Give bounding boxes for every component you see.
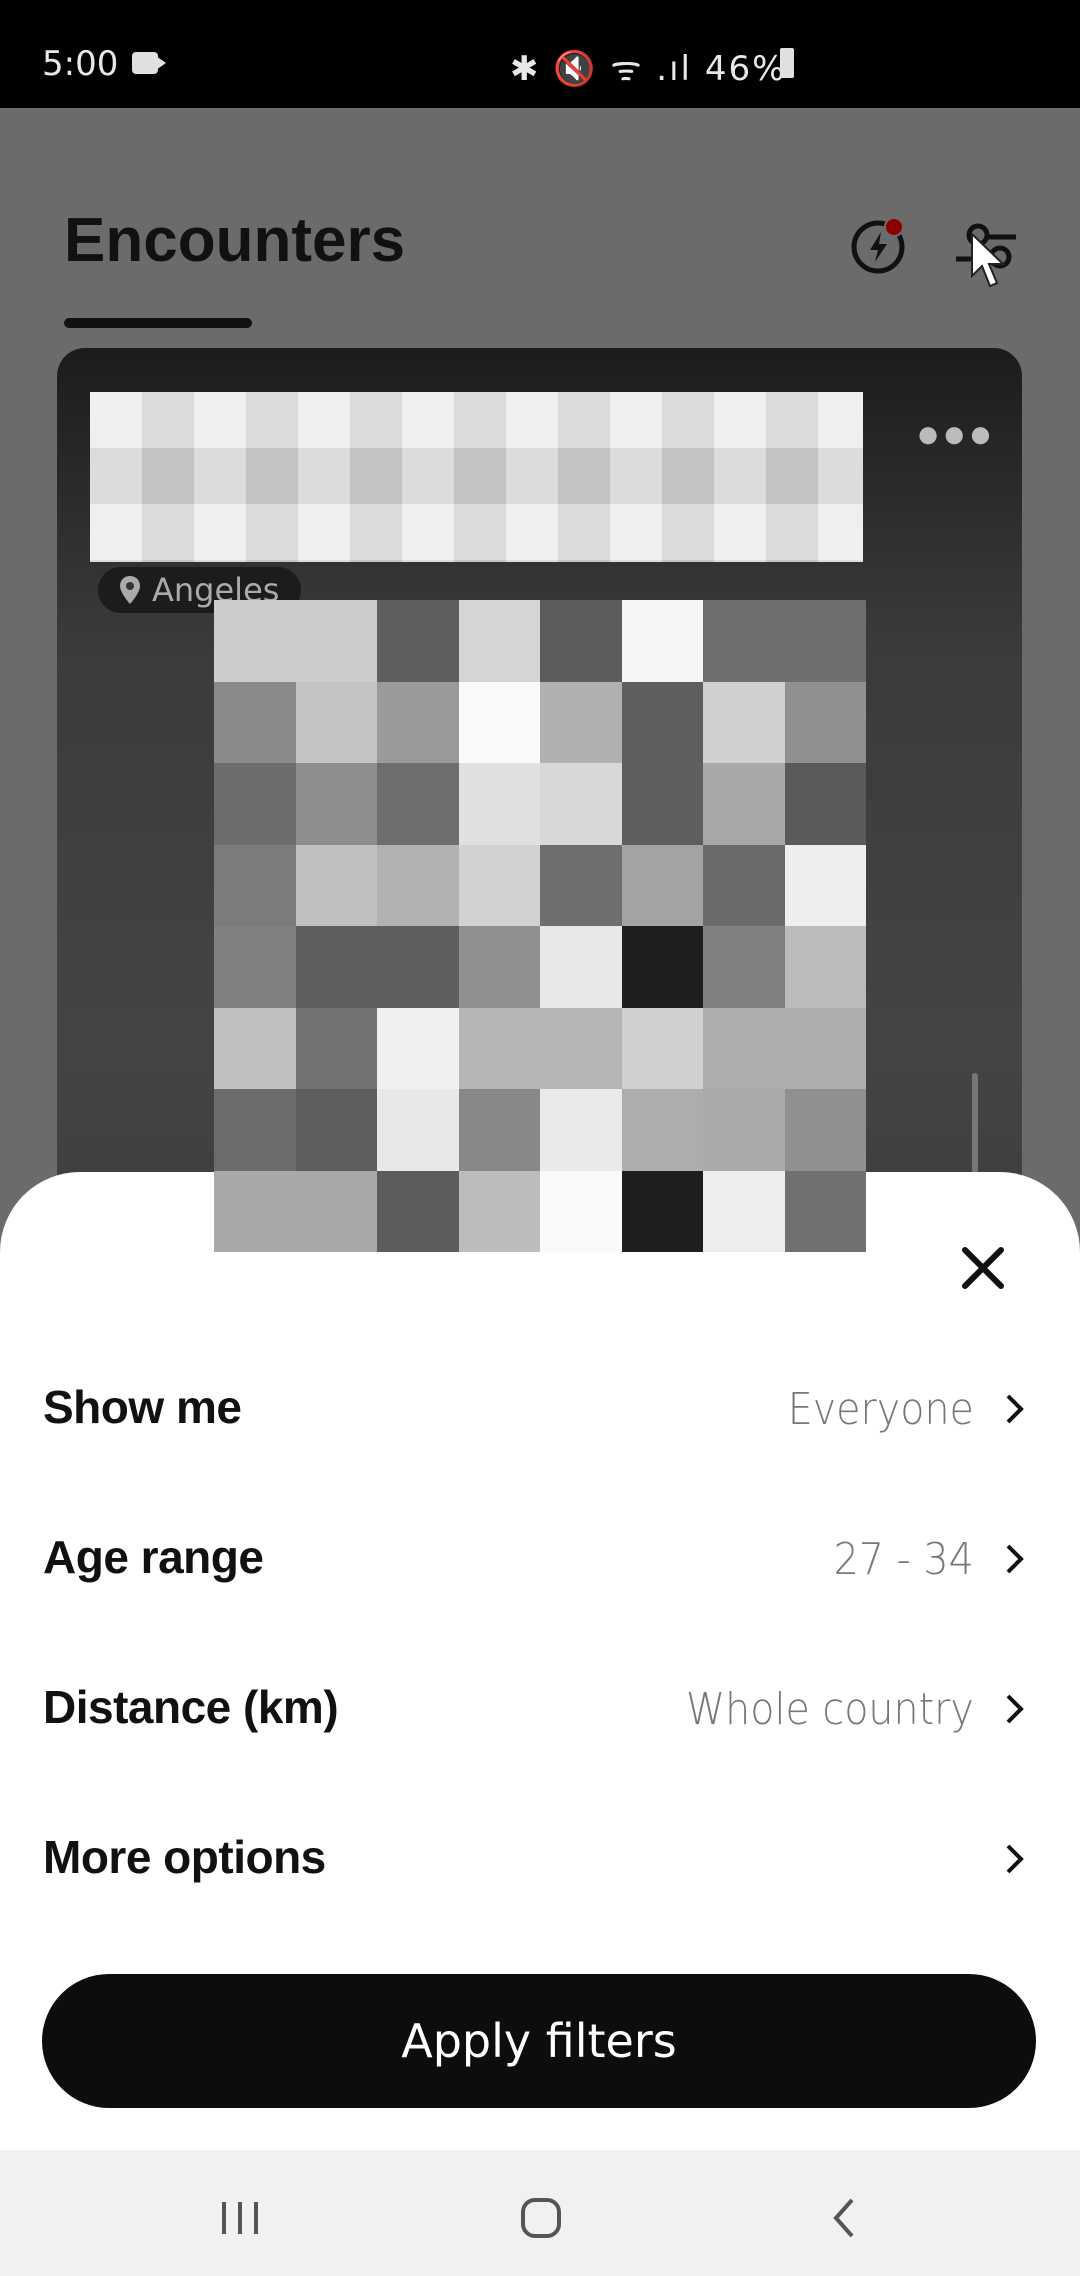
mosaic-tile (214, 1089, 296, 1171)
mosaic-tile (540, 844, 622, 926)
mosaic-tile (621, 926, 703, 1008)
mosaic-tile (621, 1089, 703, 1171)
mosaic-tile (784, 681, 866, 763)
mosaic-tile (703, 681, 785, 763)
mosaic-tile (377, 1007, 459, 1089)
mosaic-tile (784, 600, 866, 682)
status-time: 5:00 (42, 44, 119, 84)
mosaic-tile (214, 926, 296, 1008)
mosaic-tile (540, 1089, 622, 1171)
filter-row-age-range[interactable]: Age range 27 - 34 (0, 1506, 1080, 1606)
chevron-right-icon (1006, 1394, 1024, 1424)
photo-scroll-indicator (972, 1073, 978, 1173)
mosaic-tile (295, 600, 377, 682)
apply-filters-button[interactable]: Apply filters (42, 1974, 1036, 2108)
mosaic-tile (621, 763, 703, 845)
mosaic-tile (621, 1007, 703, 1089)
mosaic-tile (214, 1007, 296, 1089)
mosaic-tile (458, 681, 540, 763)
mosaic-tile (703, 600, 785, 682)
system-nav-bar (0, 2150, 1080, 2276)
notification-dot (884, 217, 904, 237)
back-icon[interactable] (828, 2196, 858, 2240)
mosaic-tile (703, 1170, 785, 1252)
mosaic-tile (784, 1007, 866, 1089)
location-pin-icon (120, 576, 140, 604)
filter-row-more-options[interactable]: More options (0, 1806, 1080, 1906)
tab-indicator (64, 318, 252, 328)
filter-row-show-me[interactable]: Show me Everyone (0, 1356, 1080, 1456)
mosaic-tile (458, 1170, 540, 1252)
chevron-right-icon (1006, 1694, 1024, 1724)
recents-icon[interactable] (218, 2198, 262, 2238)
mosaic-tile (377, 600, 459, 682)
mosaic-tile (295, 681, 377, 763)
mosaic-tile (295, 763, 377, 845)
close-icon[interactable] (955, 1240, 1011, 1296)
more-dots-icon[interactable]: ●●● (916, 412, 994, 457)
mosaic-tile (377, 763, 459, 845)
chevron-right-icon (1006, 1544, 1024, 1574)
mosaic-tile (295, 844, 377, 926)
battery-percent: 46% (704, 49, 787, 89)
mosaic-tile (621, 681, 703, 763)
mosaic-tile (377, 1089, 459, 1171)
mosaic-tile (214, 1170, 296, 1252)
mosaic-tile (784, 763, 866, 845)
mosaic-tile (458, 844, 540, 926)
mosaic-tile (621, 600, 703, 682)
page-title: Encounters (64, 206, 406, 275)
mosaic-tile (214, 600, 296, 682)
mosaic-tile (295, 926, 377, 1008)
mosaic-tile (540, 926, 622, 1008)
mosaic-tile (458, 1007, 540, 1089)
mosaic-tile (214, 763, 296, 845)
mosaic-tile (377, 681, 459, 763)
mosaic-tile (703, 763, 785, 845)
filter-row-distance[interactable]: Distance (km) Whole country (0, 1656, 1080, 1756)
mouse-cursor-icon (971, 232, 1006, 288)
redacted-photo (214, 600, 866, 1252)
mosaic-tile (458, 1089, 540, 1171)
mosaic-tile (377, 926, 459, 1008)
mosaic-tile (214, 681, 296, 763)
mosaic-tile (540, 1007, 622, 1089)
mosaic-tile (540, 681, 622, 763)
mosaic-tile (540, 600, 622, 682)
mosaic-tile (784, 844, 866, 926)
lightning-circle-icon[interactable] (850, 215, 910, 275)
mosaic-tile (703, 1089, 785, 1171)
mosaic-tile (703, 844, 785, 926)
mosaic-tile (377, 1170, 459, 1252)
mosaic-tile (540, 763, 622, 845)
mosaic-tile (214, 844, 296, 926)
mosaic-tile (295, 1170, 377, 1252)
mosaic-tile (458, 600, 540, 682)
chevron-right-icon (1006, 1844, 1024, 1874)
mosaic-tile (621, 844, 703, 926)
mosaic-tile (458, 763, 540, 845)
screen-record-icon (132, 52, 158, 74)
status-bar: 5:00 ✱ 🔇 ᯤ .ıl 46% (0, 0, 1080, 108)
mosaic-tile (621, 1170, 703, 1252)
status-icons: ✱ 🔇 ᯤ .ıl 46% (510, 49, 787, 89)
battery-icon (780, 48, 794, 78)
mosaic-tile (703, 1007, 785, 1089)
mosaic-tile (540, 1170, 622, 1252)
mosaic-tile (784, 1170, 866, 1252)
mosaic-tile (784, 926, 866, 1008)
home-icon[interactable] (519, 2196, 563, 2240)
redacted-name (90, 392, 863, 562)
mosaic-tile (784, 1089, 866, 1171)
mosaic-tile (295, 1007, 377, 1089)
mosaic-tile (458, 926, 540, 1008)
mosaic-tile (377, 844, 459, 926)
mosaic-tile (703, 926, 785, 1008)
mosaic-tile (295, 1089, 377, 1171)
